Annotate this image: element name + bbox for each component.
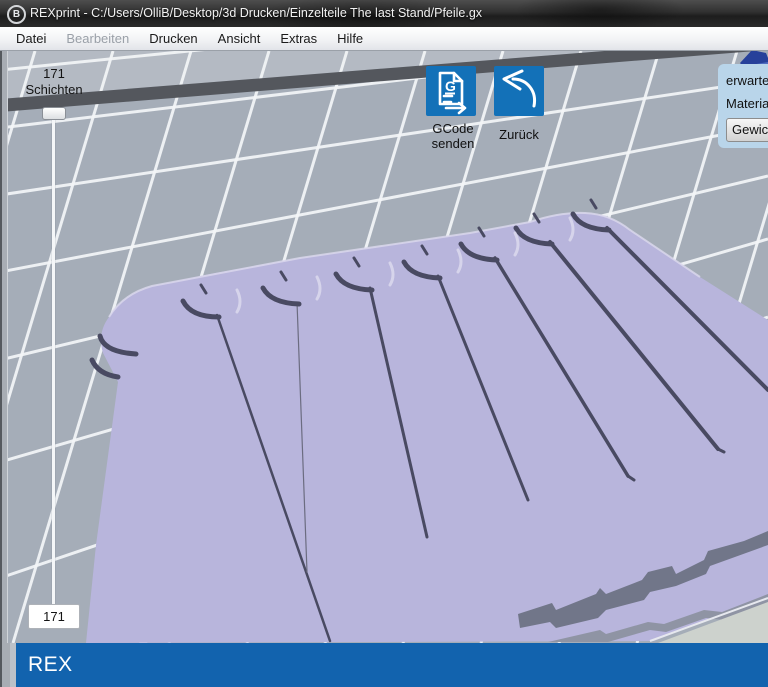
svg-text:G: G: [445, 78, 456, 94]
info-panel-material-label: Material: [726, 95, 768, 112]
back-button-label: Zurück: [479, 127, 559, 142]
menu-item-drucken[interactable]: Drucken: [139, 28, 207, 49]
window-title: REXprint - C:/Users/OlliB/Desktop/3d Dru…: [30, 0, 482, 27]
layer-count-unit: Schichten: [14, 82, 94, 98]
gcode-send-button[interactable]: G: [426, 66, 476, 116]
footer-bar: REX: [16, 643, 768, 687]
layer-slider-handle[interactable]: [42, 107, 66, 120]
footer-brand: REX: [28, 653, 73, 677]
layer-slider-track[interactable]: [52, 118, 55, 605]
layer-slider-value: 171: [28, 604, 80, 629]
app-logo-icon: B: [7, 5, 26, 24]
gcode-document-icon: G: [426, 66, 476, 116]
menu-item-bearbeiten: Bearbeiten: [56, 28, 139, 49]
menu-item-datei[interactable]: Datei: [6, 28, 56, 49]
layer-count-caption: 171 Schichten: [14, 66, 94, 98]
title-bar[interactable]: B REXprint - C:/Users/OlliB/Desktop/3d D…: [0, 0, 768, 28]
menu-bar: Datei Bearbeiten Drucken Ansicht Extras …: [0, 27, 768, 51]
weight-button[interactable]: Gewicht: [726, 118, 768, 142]
info-panel-expected-label: erwartet: [726, 72, 768, 89]
layer-count-number: 171: [14, 66, 94, 82]
window-frame-bottom-left: [0, 643, 16, 687]
menu-item-extras[interactable]: Extras: [270, 28, 327, 49]
back-button[interactable]: [494, 66, 544, 116]
viewport-3d-scene[interactable]: [8, 51, 768, 643]
undo-arrow-icon: [494, 66, 544, 116]
window-frame-left: [0, 51, 8, 643]
menu-item-ansicht[interactable]: Ansicht: [208, 28, 271, 49]
info-panel: erwartet Material Gewicht: [718, 64, 768, 148]
rexprint-window: B REXprint - C:/Users/OlliB/Desktop/3d D…: [0, 0, 768, 687]
menu-item-hilfe[interactable]: Hilfe: [327, 28, 373, 49]
